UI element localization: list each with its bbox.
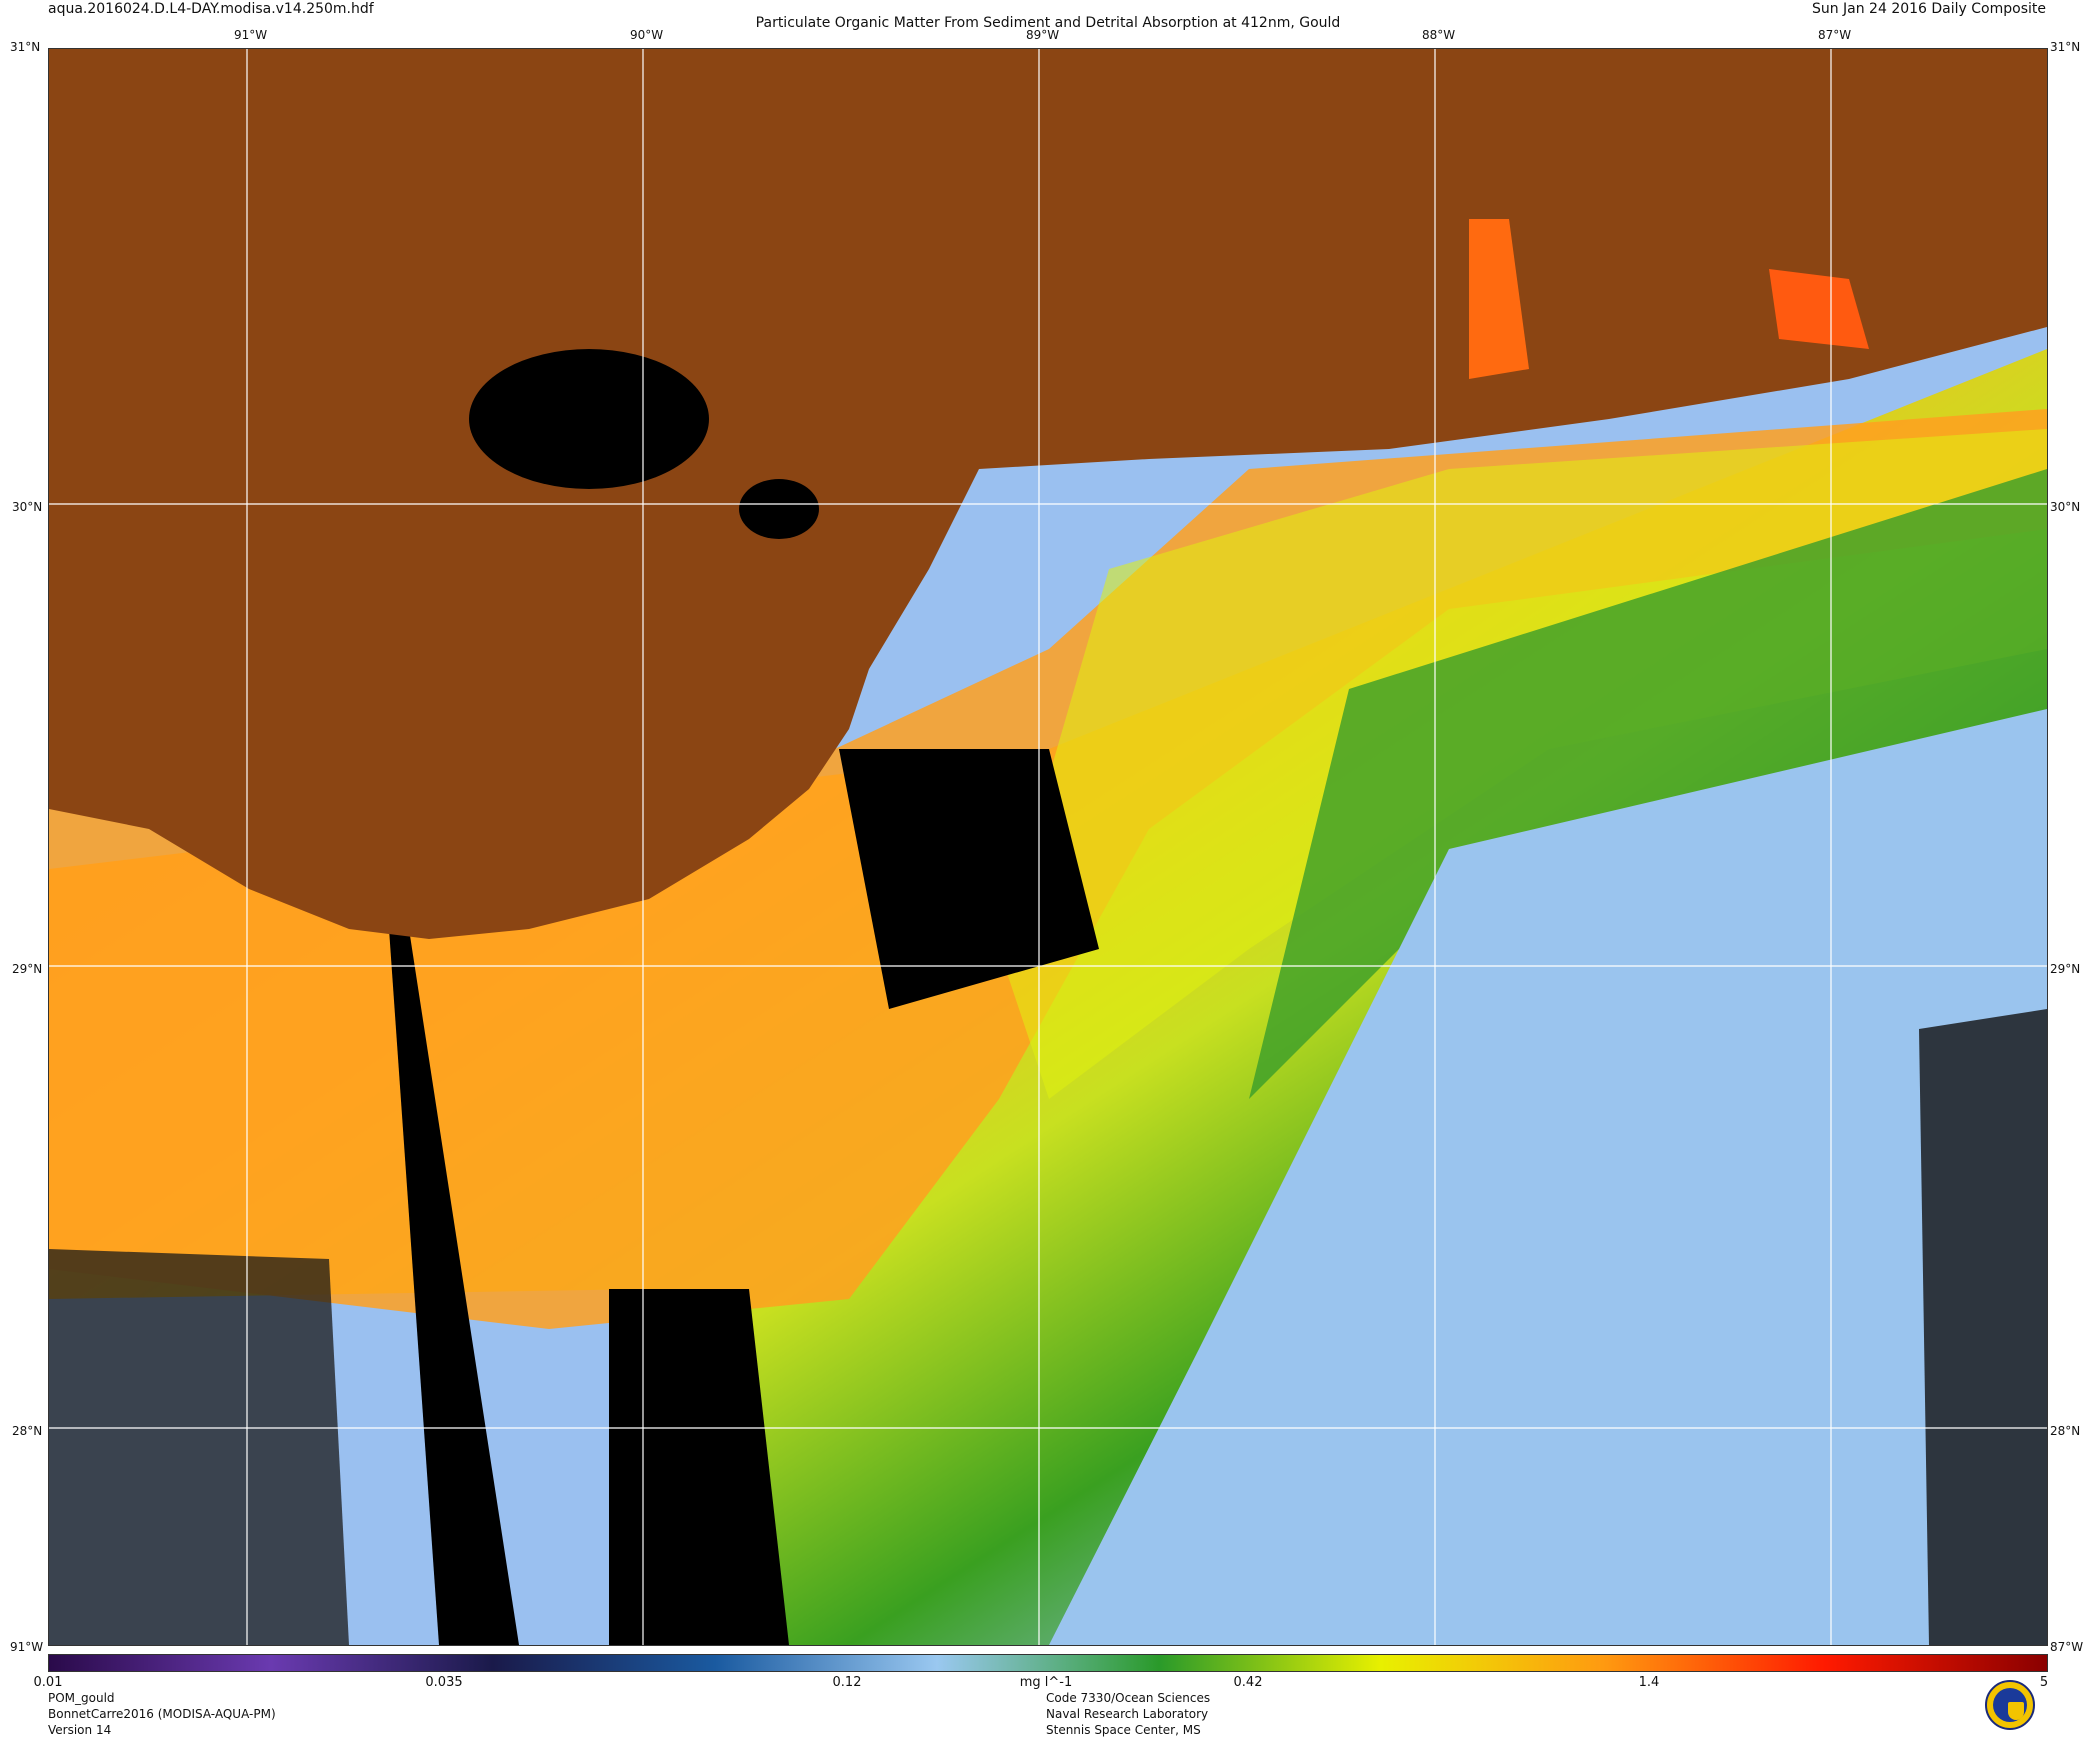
institution-location: Stennis Space Center, MS — [1046, 1723, 1201, 1737]
product-name: POM_gould — [48, 1691, 115, 1705]
colorbar-tick: 0.42 — [1233, 1675, 1263, 1690]
nrl-seal-icon — [1985, 1680, 2035, 1730]
colorbar-tick: 0.035 — [425, 1675, 463, 1690]
colorbar — [48, 1654, 2048, 1672]
institution-code: Code 7330/Ocean Sciences — [1046, 1691, 1211, 1705]
corner-label-bl: 91°W — [10, 1640, 44, 1654]
colorbar-tick: 0.01 — [33, 1675, 63, 1690]
left-lat-label: 28°N — [12, 1424, 43, 1438]
colorbar-unit: mg l^-1 — [1019, 1675, 1073, 1690]
corner-label-br: 87°W — [2050, 1640, 2084, 1654]
no-data-east — [1919, 1009, 2047, 1645]
map-image — [48, 48, 2048, 1646]
left-lat-label: 29°N — [12, 962, 43, 976]
colorbar-tick: 5 — [2039, 1675, 2049, 1690]
colorbar-gradient — [49, 1655, 2047, 1671]
colorbar-tick: 1.4 — [1638, 1675, 1660, 1690]
corner-label-tl: 31°N — [10, 40, 41, 54]
top-lon-label: 89°W — [1026, 28, 1060, 42]
map-canvas — [49, 49, 2047, 1645]
product-source: BonnetCarre2016 (MODISA-AQUA-PM) — [48, 1707, 276, 1721]
top-lon-label: 90°W — [630, 28, 664, 42]
right-lat-label: 29°N — [2050, 962, 2081, 976]
top-lon-label: 91°W — [234, 28, 268, 42]
right-lat-label: 30°N — [2050, 500, 2081, 514]
institution-name: Naval Research Laboratory — [1046, 1707, 1209, 1721]
lake-pontchartrain — [469, 349, 709, 489]
top-lon-label: 87°W — [1818, 28, 1852, 42]
lake-borgne — [739, 479, 819, 539]
colorbar-tick: 0.12 — [832, 1675, 862, 1690]
no-data-sw — [49, 1249, 349, 1645]
corner-label-tr: 31°N — [2050, 40, 2081, 54]
right-lat-label: 28°N — [2050, 1424, 2081, 1438]
left-lat-label: 30°N — [12, 500, 43, 514]
product-version: Version 14 — [48, 1723, 112, 1737]
composite-date: Sun Jan 24 2016 Daily Composite — [1811, 1, 2046, 17]
top-lon-label: 88°W — [1422, 28, 1456, 42]
